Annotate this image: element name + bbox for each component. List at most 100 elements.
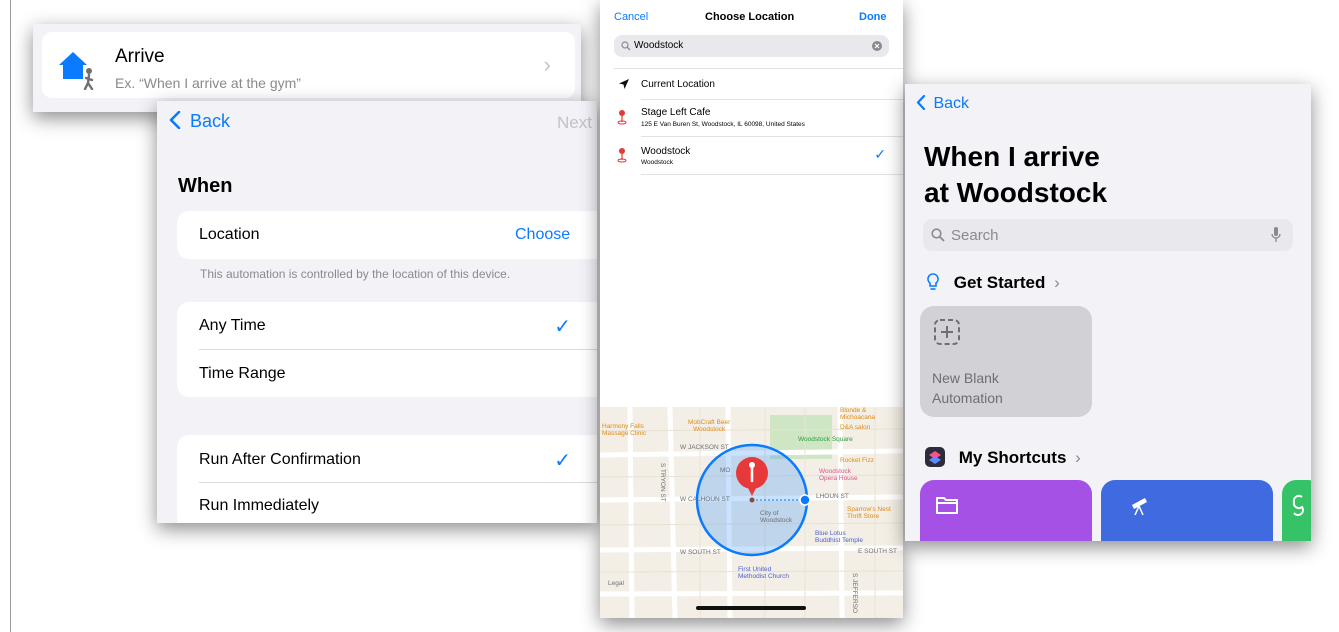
when-settings-panel: Back Next When Location Choose This auto… — [157, 101, 597, 523]
time-range-label: Time Range — [199, 365, 286, 382]
street-label: W CALHOUN ST — [680, 496, 730, 503]
my-shortcuts-header[interactable]: My Shortcuts › — [925, 447, 1081, 468]
checkmark-icon: ✓ — [554, 316, 571, 338]
map-label: Woodstock Opera House — [819, 468, 858, 482]
map-label: MO — [720, 467, 731, 474]
back-label: Back — [190, 111, 231, 131]
telescope-icon — [1132, 498, 1147, 516]
location-search-field[interactable]: Woodstock — [614, 35, 889, 57]
done-button[interactable]: Done — [859, 11, 887, 23]
run-option-confirm[interactable]: Run After Confirmation ✓ — [177, 435, 597, 482]
search-icon — [621, 41, 631, 51]
location-label: Location — [199, 226, 260, 243]
map-pin-icon — [617, 148, 627, 163]
map-label: Woodstock Square — [798, 436, 853, 443]
left-border-line — [10, 0, 11, 632]
back-label: Back — [933, 95, 970, 112]
cancel-button[interactable]: Cancel — [614, 11, 648, 23]
map-label: Sparrow's Nest Thrift Store — [847, 506, 891, 520]
my-shortcuts-label: My Shortcuts — [958, 448, 1067, 467]
current-location-label: Current Location — [641, 79, 715, 90]
street-label: E SOUTH ST — [858, 548, 898, 555]
location-group: Location Choose — [177, 211, 597, 259]
time-option-range[interactable]: Time Range — [177, 350, 597, 397]
street-label: S JEFFERSO — [851, 573, 858, 614]
search-placeholder: Search — [951, 227, 999, 244]
back-button[interactable]: Back — [169, 110, 231, 132]
map-label: Rocket Fizz — [840, 457, 874, 464]
chevron-left-icon — [169, 110, 181, 130]
map-label: MobCraft Beer Woodstock — [688, 419, 731, 433]
result-name: Stage Left Cafe — [641, 107, 711, 118]
checkmark-icon: ✓ — [874, 146, 886, 162]
run-after-confirmation-label: Run After Confirmation — [199, 451, 361, 468]
arrive-subtitle: Ex. “When I arrive at the gym” — [115, 75, 301, 91]
result-row[interactable]: Woodstock Woodstock ✓ — [600, 137, 903, 174]
chevron-right-icon: › — [1054, 273, 1060, 292]
time-group: Any Time ✓ Time Range — [177, 302, 597, 397]
automation-gallery-panel: Back When I arrive at Woodstock Search G… — [905, 84, 1311, 541]
time-option-any[interactable]: Any Time ✓ — [177, 302, 597, 349]
page-title: When I arrive at Woodstock — [924, 139, 1107, 211]
when-heading: When — [178, 175, 233, 197]
title-line: at Woodstock — [924, 177, 1108, 208]
new-blank-automation-tile[interactable]: New Blank Automation — [920, 306, 1092, 417]
result-address: 125 E Van Buren St, Woodstock, IL 60098,… — [641, 121, 805, 128]
choose-location-button[interactable]: Choose — [515, 226, 570, 244]
choose-location-title: Choose Location — [705, 11, 795, 23]
location-note: This automation is controlled by the loc… — [200, 267, 511, 281]
map-label: City of Woodstock — [760, 510, 793, 524]
arrive-row[interactable]: Arrive Ex. “When I arrive at the gym” › — [42, 32, 575, 98]
shortcut-tile-green[interactable] — [1282, 480, 1311, 541]
map-pin-icon — [617, 110, 627, 125]
checkmark-icon: ✓ — [554, 450, 571, 472]
lightbulb-icon — [927, 273, 939, 290]
legal-link[interactable]: Legal — [608, 580, 624, 587]
divider — [641, 174, 903, 175]
map-label: D&A salon — [840, 424, 871, 431]
street-label: W SOUTH ST — [680, 549, 721, 556]
get-started-label: Get Started — [953, 273, 1046, 292]
map-label: First United Methodist Church — [738, 566, 789, 580]
run-option-immediate[interactable]: Run Immediately — [177, 483, 597, 523]
result-address: Woodstock — [641, 159, 674, 166]
arrive-trigger-card: Arrive Ex. “When I arrive at the gym” › — [33, 24, 581, 112]
chevron-left-icon — [916, 94, 926, 111]
tile-label-line: New Blank — [932, 370, 999, 386]
run-immediately-label: Run Immediately — [199, 497, 320, 514]
arrive-title: Arrive — [115, 46, 165, 67]
shortcut-glyph-icon — [1292, 494, 1304, 516]
result-row[interactable]: Stage Left Cafe 125 E Van Buren St, Wood… — [600, 100, 903, 136]
shortcut-tile-files[interactable] — [920, 480, 1092, 541]
choose-location-panel: Cancel Choose Location Done Woodstock Cu… — [600, 0, 903, 618]
clear-icon[interactable] — [872, 41, 882, 51]
microphone-icon[interactable] — [1271, 227, 1281, 243]
title-line: When I arrive — [924, 141, 1100, 172]
map-label: Blonde & Michoacana — [840, 407, 876, 421]
street-label: W JACKSON ST — [680, 444, 729, 451]
search-icon — [931, 228, 945, 242]
any-time-label: Any Time — [199, 317, 266, 334]
next-button[interactable]: Next — [557, 113, 592, 133]
location-map[interactable]: Harmony Falls Massage Clinic MobCraft Be… — [600, 407, 903, 618]
get-started-header[interactable]: Get Started › — [927, 273, 1060, 293]
current-location-row[interactable]: Current Location — [600, 69, 903, 99]
shortcut-tile-telescope[interactable] — [1101, 480, 1273, 541]
run-group: Run After Confirmation ✓ Run Immediately — [177, 435, 597, 523]
back-button[interactable]: Back — [916, 94, 970, 113]
chevron-right-icon: › — [1075, 448, 1081, 467]
tile-label-line: Automation — [932, 390, 1003, 406]
search-value: Woodstock — [634, 40, 684, 51]
folder-icon — [936, 497, 958, 514]
result-name: Woodstock — [641, 146, 691, 157]
map-label: Blue Lotus Buddhist Temple — [815, 530, 863, 544]
street-label: S TRYON ST — [659, 463, 666, 502]
shortcuts-app-icon — [925, 447, 945, 467]
location-arrow-icon — [619, 79, 629, 89]
map-label: Harmony Falls Massage Clinic — [602, 423, 647, 437]
house-walk-icon — [59, 52, 94, 90]
chevron-right-icon: › — [543, 52, 551, 77]
add-square-icon — [934, 319, 960, 345]
street-label: LHOUN ST — [816, 493, 849, 500]
search-field[interactable]: Search — [923, 219, 1293, 251]
